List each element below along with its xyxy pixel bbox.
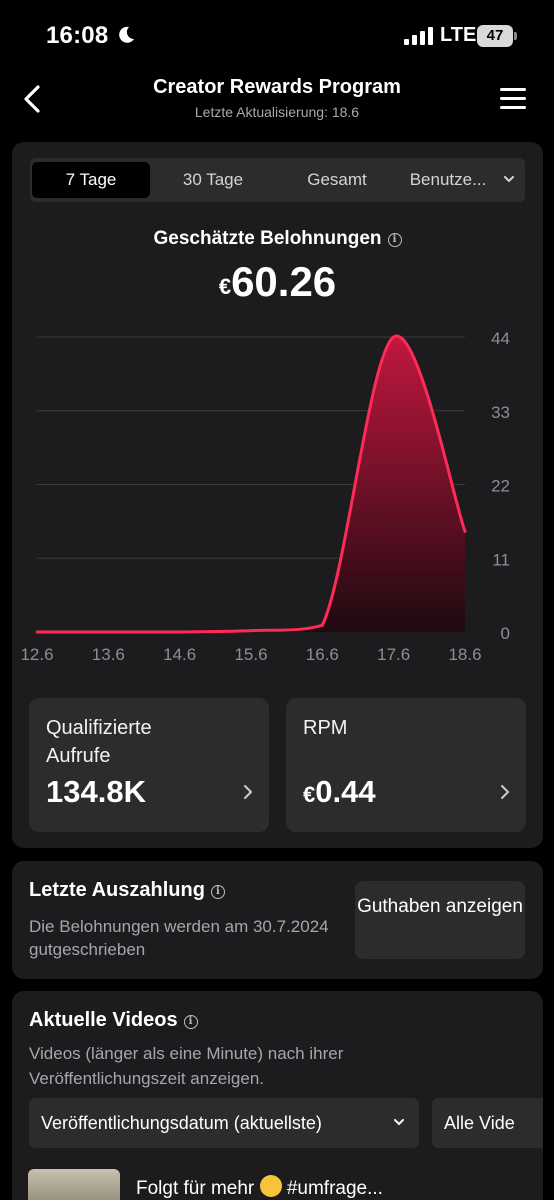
page-title: Creator Rewards Program <box>153 76 401 98</box>
estimated-rewards-title: Geschätzte Belohnungen i <box>12 228 543 250</box>
tab-total[interactable]: Gesamt <box>278 162 396 198</box>
chevron-right-icon <box>501 785 510 799</box>
x-tick-label: 16.6 <box>306 645 339 664</box>
qualified-views-card[interactable]: Qualifizierte Aufrufe 134.8K <box>29 698 269 832</box>
x-tick-label: 17.6 <box>377 645 410 664</box>
rpm-value: €0.44 <box>303 774 376 809</box>
recent-videos-title: Aktuelle Videos i <box>29 1009 198 1032</box>
recent-videos-label: Aktuelle Videos <box>29 1009 178 1031</box>
video-thumbnail[interactable] <box>28 1169 120 1200</box>
x-tick-label: 12.6 <box>20 645 53 664</box>
qualified-views-value: 134.8K <box>46 774 146 809</box>
signal-icon <box>404 27 433 45</box>
x-tick-label: 18.6 <box>448 645 481 664</box>
x-tick-label: 13.6 <box>92 645 125 664</box>
y-tick-label: 22 <box>491 477 510 496</box>
x-tick-label: 15.6 <box>234 645 267 664</box>
recent-videos-card: Aktuelle Videos i Videos (länger als eine… <box>12 991 543 1200</box>
rpm-card[interactable]: RPM €0.44 <box>286 698 526 832</box>
sort-dropdown[interactable]: Veröffentlichungsdatum (aktuellste) <box>29 1098 419 1148</box>
video-type-dropdown[interactable]: Alle Vide <box>432 1098 543 1148</box>
battery-level: 47 <box>477 25 513 47</box>
payout-description: Die Belohnungen werden am 30.7.2024 gutg… <box>29 917 329 959</box>
estimated-rewards-value: €60.26 <box>12 258 543 306</box>
x-tick-label: 14.6 <box>163 645 196 664</box>
network-type: LTE <box>440 24 477 46</box>
top-header: Creator Rewards Program Letzte Aktualisi… <box>0 70 554 130</box>
video-caption[interactable]: Folgt für mehr #umfrage... <box>136 1175 383 1200</box>
y-tick-label: 44 <box>491 329 510 348</box>
last-payout-card: Letzte Auszahlung i Die Belohnungen werde… <box>12 861 543 979</box>
qualified-views-label: Qualifizierte Aufrufe <box>46 717 152 767</box>
recent-videos-description: Videos (länger als eine Minute) nach ihr… <box>29 1044 344 1088</box>
battery-icon: 47 <box>477 25 517 47</box>
info-icon[interactable]: i <box>183 1015 198 1029</box>
rewards-card: 7 Tage 30 Tage Gesamt Benutze... Geschät… <box>12 142 543 848</box>
tab-30-days[interactable]: 30 Tage <box>154 162 272 198</box>
rpm-label: RPM <box>303 717 348 739</box>
status-bar: 16:08 LTE 47 <box>0 0 554 70</box>
last-updated: Letzte Aktualisierung: 18.6 <box>194 104 360 120</box>
moon-icon <box>119 26 134 43</box>
estimated-rewards-label: Geschätzte Belohnungen <box>153 228 382 249</box>
chevron-down-icon[interactable] <box>503 174 515 184</box>
sort-dropdown-label: Veröffentlichungsdatum (aktuellste) <box>41 1113 322 1133</box>
chevron-right-icon <box>244 785 253 799</box>
tab-7-days[interactable]: 7 Tage <box>32 162 150 198</box>
period-tabs: 7 Tage 30 Tage Gesamt Benutze... <box>30 158 525 202</box>
last-payout-title: Letzte Auszahlung i <box>29 879 225 902</box>
tab-custom[interactable]: Benutze... <box>398 162 498 198</box>
info-icon[interactable]: i <box>387 233 402 247</box>
show-balance-button[interactable]: Guthaben anzeigen <box>355 881 525 959</box>
rewards-amount: 60.26 <box>231 258 337 305</box>
y-tick-label: 0 <box>501 624 510 643</box>
y-tick-label: 11 <box>492 550 510 569</box>
laughing-emoji-icon <box>259 1175 282 1197</box>
hamburger-menu-icon[interactable] <box>498 86 528 112</box>
last-payout-label: Letzte Auszahlung <box>29 879 205 901</box>
rewards-chart: 44 33 22 11 0 12.6 13.6 14.6 15.6 16.6 17.6 18.6 <box>20 329 510 664</box>
info-icon[interactable]: i <box>210 885 225 899</box>
status-time: 16:08 <box>46 22 109 49</box>
currency-symbol: € <box>218 274 232 299</box>
y-tick-label: 33 <box>491 403 510 422</box>
video-type-label: Alle Vide <box>444 1113 515 1133</box>
chevron-down-icon <box>394 1119 404 1126</box>
